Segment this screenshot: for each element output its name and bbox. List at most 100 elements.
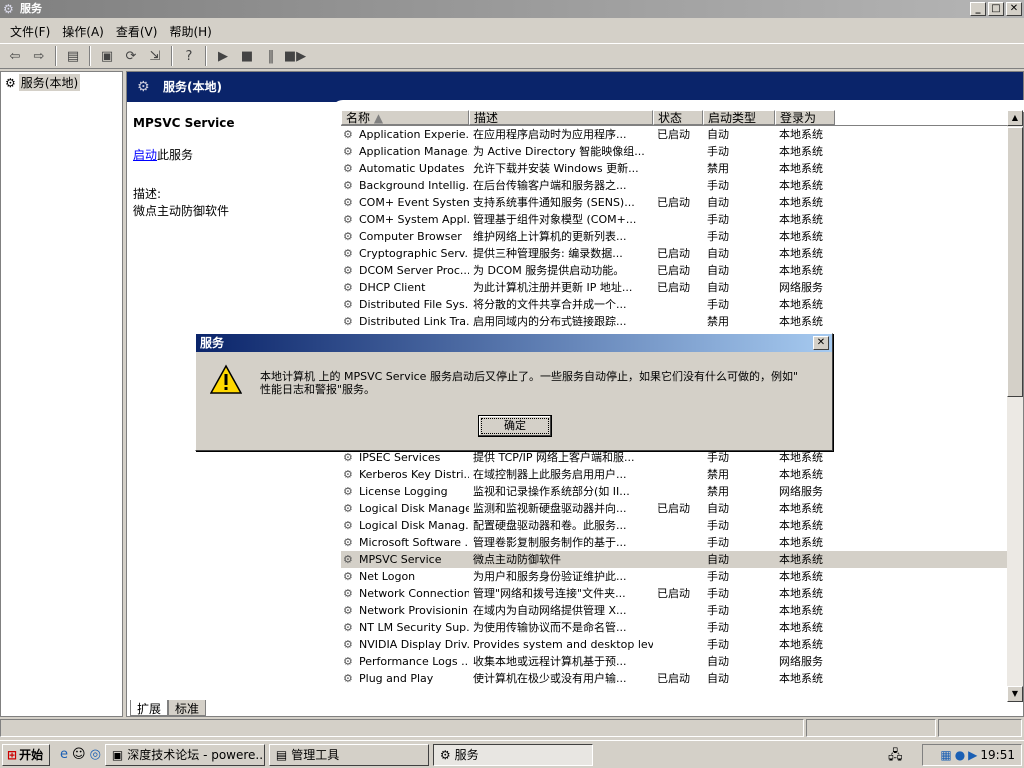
internet-explorer-icon[interactable]: e: [60, 747, 68, 762]
cell-name: ⚙ Cryptographic Serv...: [343, 247, 469, 260]
toolbar-separator: [89, 46, 91, 66]
table-row[interactable]: ⚙ NT LM Security Sup... 为使用传输协议而不是命名管... 手动…: [341, 619, 1023, 636]
help-icon[interactable]: ?: [178, 45, 200, 67]
table-row[interactable]: ⚙ MPSVC Service 微点主动防御软件 自动 本地系统: [341, 551, 1023, 568]
browser-icon[interactable]: ◎: [90, 747, 101, 762]
table-row[interactable]: ⚙ Logical Disk Manager 监测和监视新硬盘驱动器并向... 已启动…: [341, 500, 1023, 517]
service-gear-icon: ⚙: [343, 230, 353, 243]
pause-service-icon[interactable]: ‖: [260, 45, 282, 67]
tab-standard[interactable]: 标准: [168, 700, 207, 716]
menu-help[interactable]: 帮助(H): [163, 23, 217, 40]
table-row[interactable]: ⚙ Application Manage... 为 Active Directory…: [341, 143, 1023, 160]
service-gear-icon: ⚙: [343, 247, 353, 260]
tray-network-icon[interactable]: 🖧: [888, 746, 903, 768]
cell-log-on-as: 本地系统: [779, 672, 823, 685]
cell-description: 为 Active Directory 智能映像组...: [473, 145, 645, 158]
tray-media-icon[interactable]: ▶: [968, 748, 977, 762]
column-header-startup-type[interactable]: 启动类型: [703, 110, 775, 125]
start-service-icon[interactable]: ▶: [212, 45, 234, 67]
tree-node-services-local[interactable]: ⚙ 服务(本地): [5, 74, 81, 91]
cell-status: [653, 551, 703, 568]
table-row[interactable]: ⚙ Distributed File Sys... 将分散的文件共享合并成一个...…: [341, 296, 1023, 313]
table-row[interactable]: ⚙ IPSEC Services 提供 TCP/IP 网络上客户端和服... 手动 本地…: [341, 449, 1023, 466]
cell-name: ⚙ Plug and Play: [343, 672, 434, 685]
cell-startup-type: 自动: [707, 553, 729, 566]
table-row[interactable]: ⚙ COM+ Event System 支持系统事件通知服务 (SENS)... 已启…: [341, 194, 1023, 211]
cell-log-on-as: 本地系统: [779, 213, 823, 226]
view-tabs: 扩展 标准: [130, 700, 207, 716]
ok-button[interactable]: 确定: [478, 415, 552, 437]
selected-service-name: MPSVC Service: [133, 116, 235, 130]
cell-description: 在后台传输客户端和服务器之...: [473, 179, 627, 192]
qq-penguin-icon[interactable]: ☺: [72, 747, 86, 762]
cell-description: 启用同域内的分布式链接跟踪...: [473, 315, 627, 328]
table-row[interactable]: ⚙ License Logging 监视和记录操作系统部分(如 II... 禁用 网络服…: [341, 483, 1023, 500]
dialog-titlebar[interactable]: 服务 ✕: [196, 334, 832, 352]
task-admin-tools[interactable]: ▤ 管理工具: [268, 743, 429, 766]
table-row[interactable]: ⚙ Network Connections 管理"网络和拨号连接"文件夹... 已启动…: [341, 585, 1023, 602]
cell-name: ⚙ Net Logon: [343, 570, 416, 583]
stop-service-icon[interactable]: ■: [236, 45, 258, 67]
cell-description: 维护网络上计算机的更新列表...: [473, 230, 627, 243]
menu-action[interactable]: 操作(A): [56, 23, 110, 40]
minimize-button[interactable]: _: [970, 2, 986, 16]
table-row[interactable]: ⚙ Network Provisionin... 在域内为自动网络提供管理 X...…: [341, 602, 1023, 619]
clock[interactable]: 19:51: [980, 748, 1015, 762]
table-row[interactable]: ⚙ Cryptographic Serv... 提供三种管理服务: 编录数据... 已…: [341, 245, 1023, 262]
cell-status: [653, 602, 703, 619]
menu-view[interactable]: 查看(V): [110, 23, 164, 40]
table-row[interactable]: ⚙ DCOM Server Proc... 为 DCOM 服务提供启动功能。 已启动 自…: [341, 262, 1023, 279]
export-list-icon[interactable]: ⇲: [144, 45, 166, 67]
scroll-thumb[interactable]: [1007, 127, 1023, 397]
table-row[interactable]: ⚙ Automatic Updates 允许下载并安装 Windows 更新... 禁…: [341, 160, 1023, 177]
tray-network-status-icon[interactable]: ▦: [940, 748, 951, 762]
forward-arrow-icon[interactable]: ⇨: [28, 45, 50, 67]
task-forum-browser[interactable]: ▣ 深度技术论坛 - powere...: [104, 743, 265, 766]
start-button[interactable]: ⊞ 开始: [2, 743, 50, 766]
taskbar: ⊞ 开始 e ☺ ◎ ▣ 深度技术论坛 - powere... ▤ 管理工具 ⚙…: [0, 740, 1024, 768]
tab-extended[interactable]: 扩展: [130, 700, 169, 716]
back-arrow-icon[interactable]: ⇦: [4, 45, 26, 67]
start-service-link[interactable]: 启动: [133, 148, 157, 162]
table-row[interactable]: ⚙ Logical Disk Manag... 配置硬盘驱动器和卷。此服务... 手动…: [341, 517, 1023, 534]
column-header-name[interactable]: 名称 ▲: [341, 110, 469, 125]
table-row[interactable]: ⚙ COM+ System Appl... 管理基于组件对象模型 (COM+... 手…: [341, 211, 1023, 228]
menu-file[interactable]: 文件(F): [4, 23, 56, 40]
extended-description: MPSVC Service 启动此服务 描述: 微点主动防御软件: [133, 112, 333, 219]
error-dialog: 服务 ✕ 本地计算机 上的 MPSVC Service 服务启动后又停止了。一些…: [195, 333, 833, 451]
task-services[interactable]: ⚙ 服务: [432, 743, 593, 766]
toolbar-separator: [205, 46, 207, 66]
refresh-icon[interactable]: ⟳: [120, 45, 142, 67]
column-header-log-on-as[interactable]: 登录为: [775, 110, 835, 125]
cell-description: 为用户和服务身份验证维护此...: [473, 570, 627, 583]
table-row[interactable]: ⚙ Plug and Play 使计算机在极少或没有用户输... 已启动 自动 本地系统: [341, 670, 1023, 687]
restart-service-icon[interactable]: ■▶: [284, 45, 306, 67]
table-row[interactable]: ⚙ NVIDIA Display Driv... Provides system a…: [341, 636, 1023, 653]
dialog-title: 服务: [200, 336, 225, 350]
table-row[interactable]: ⚙ Microsoft Software ... 管理卷影复制服务制作的基于... 手…: [341, 534, 1023, 551]
table-row[interactable]: ⚙ Application Experie... 在应用程序启动时为应用程序... 已…: [341, 126, 1023, 143]
window-titlebar[interactable]: ⚙ 服务 _ □ ✕: [0, 0, 1024, 18]
vertical-scrollbar[interactable]: ▲ ▼: [1007, 110, 1023, 702]
cell-name: ⚙ Distributed Link Tra...: [343, 315, 469, 328]
close-button[interactable]: ✕: [1006, 2, 1022, 16]
service-gear-icon: ⚙: [343, 264, 353, 277]
cell-status: [653, 534, 703, 551]
cell-log-on-as: 本地系统: [779, 519, 823, 532]
column-header-description[interactable]: 描述: [469, 110, 653, 125]
table-row[interactable]: ⚙ Computer Browser 维护网络上计算机的更新列表... 手动 本地系统: [341, 228, 1023, 245]
tray-globe-icon[interactable]: ●: [955, 748, 965, 762]
properties-icon[interactable]: ▣: [96, 45, 118, 67]
table-row[interactable]: ⚙ DHCP Client 为此计算机注册并更新 IP 地址... 已启动 自动 网络服务: [341, 279, 1023, 296]
maximize-button[interactable]: □: [988, 2, 1004, 16]
table-row[interactable]: ⚙ Background Intellig... 在后台传输客户端和服务器之... 手…: [341, 177, 1023, 194]
dialog-close-button[interactable]: ✕: [813, 336, 829, 350]
table-row[interactable]: ⚙ Distributed Link Tra... 启用同域内的分布式链接跟踪...…: [341, 313, 1023, 330]
scroll-up-arrow-icon[interactable]: ▲: [1007, 110, 1023, 126]
table-row[interactable]: ⚙ Performance Logs ... 收集本地或远程计算机基于预... 自动 网…: [341, 653, 1023, 670]
scroll-down-arrow-icon[interactable]: ▼: [1007, 686, 1023, 702]
table-row[interactable]: ⚙ Kerberos Key Distri... 在域控制器上此服务启用用户... 禁…: [341, 466, 1023, 483]
table-row[interactable]: ⚙ Net Logon 为用户和服务身份验证维护此... 手动 本地系统: [341, 568, 1023, 585]
show-tree-icon[interactable]: ▤: [62, 45, 84, 67]
column-header-status[interactable]: 状态: [653, 110, 703, 125]
